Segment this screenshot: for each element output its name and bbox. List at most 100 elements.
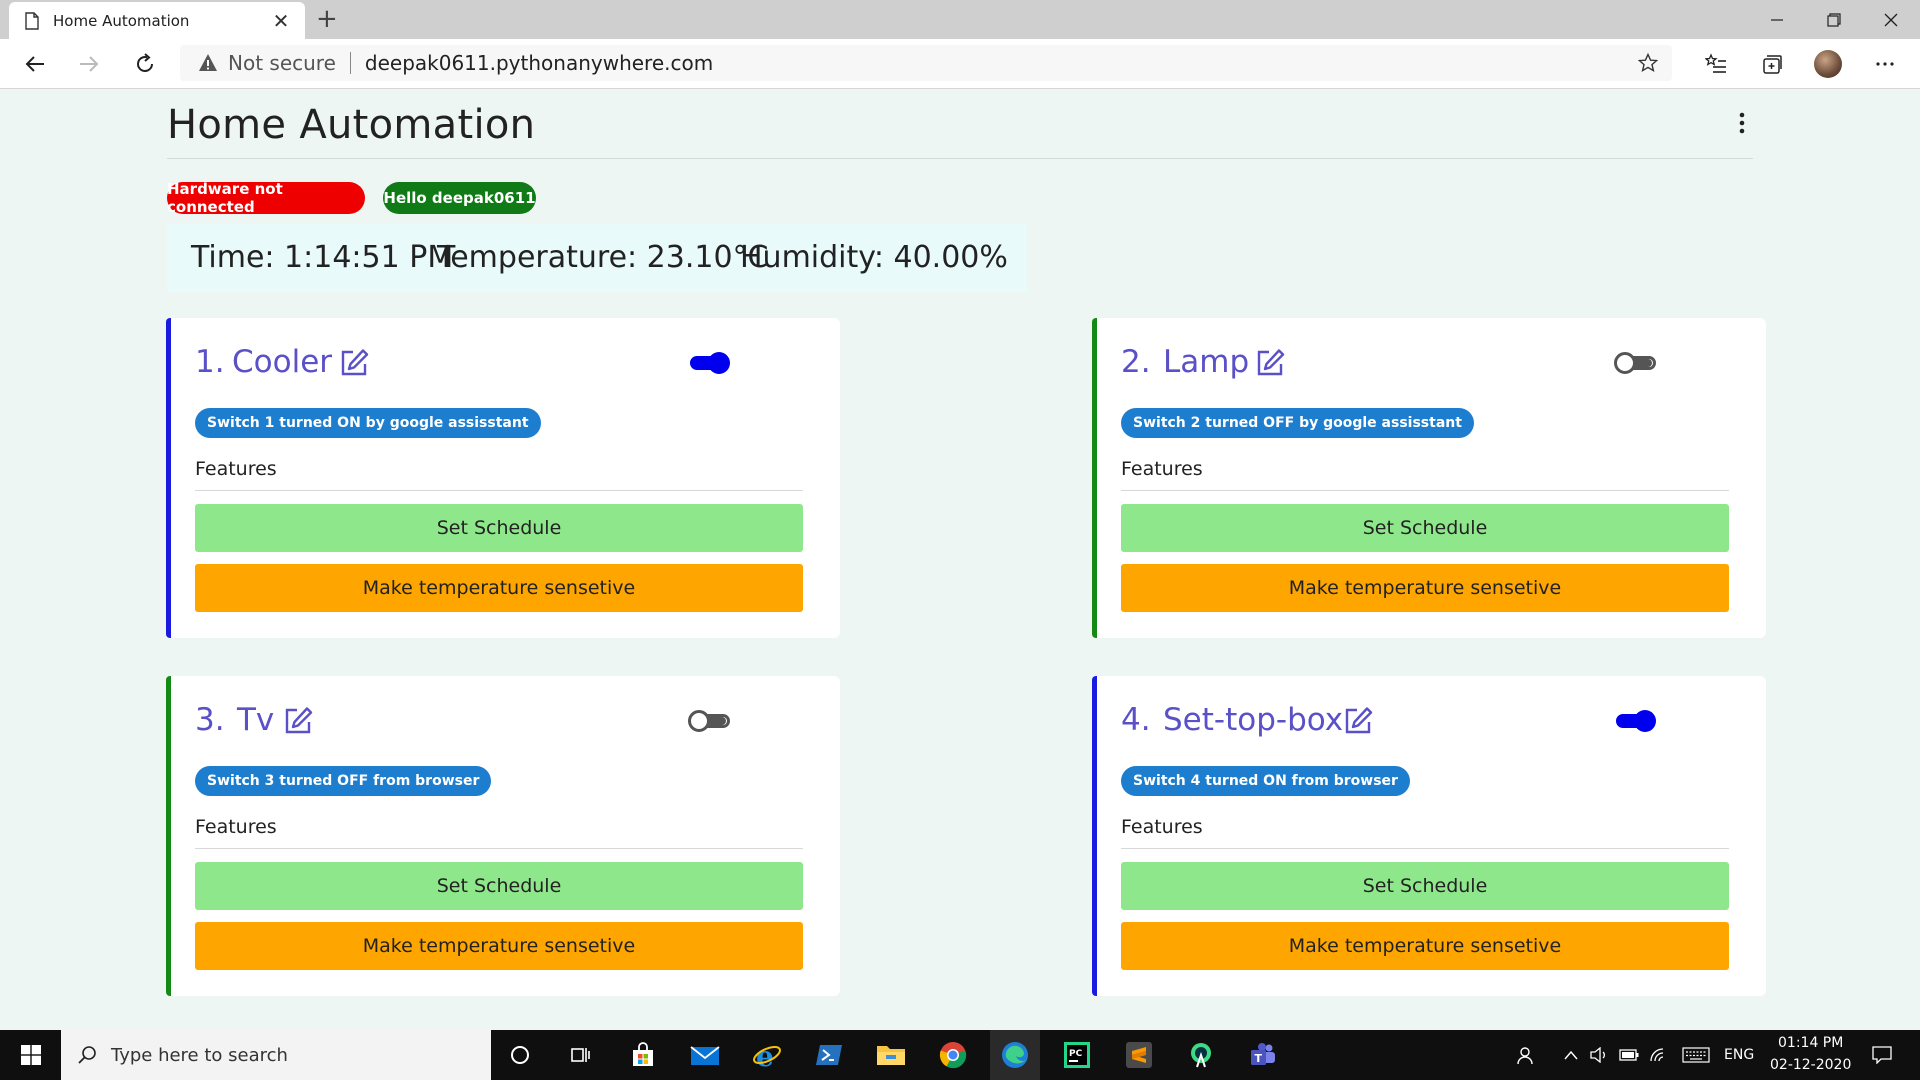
- features-heading: Features: [195, 816, 277, 838]
- edit-icon[interactable]: [1255, 348, 1285, 378]
- refresh-icon[interactable]: [128, 47, 162, 81]
- cortana-icon[interactable]: [500, 1030, 540, 1080]
- svg-text:PC: PC: [1069, 1049, 1083, 1059]
- humidity-readout: Humidity: 40.00%: [740, 240, 1008, 275]
- volume-icon[interactable]: [1588, 1030, 1610, 1080]
- search-icon: [78, 1046, 96, 1064]
- address-bar: Not secure deepak0611.pythonanywhere.com: [0, 39, 1920, 89]
- power-toggle[interactable]: [1614, 351, 1656, 375]
- device-card: 1. Cooler Switch 1 turned ON by google a…: [166, 318, 840, 638]
- tab-title: Home Automation: [53, 11, 190, 30]
- edit-icon[interactable]: [339, 348, 369, 378]
- url-field[interactable]: Not secure deepak0611.pythonanywhere.com: [180, 45, 1672, 81]
- collections-icon[interactable]: [1758, 51, 1784, 77]
- device-card: 4. Set-top-box Switch 4 turned ON from b…: [1092, 676, 1766, 996]
- power-toggle[interactable]: [1614, 709, 1656, 733]
- set-schedule-button[interactable]: Set Schedule: [1121, 504, 1729, 552]
- wifi-icon[interactable]: [1647, 1030, 1671, 1080]
- close-window-icon[interactable]: [1862, 0, 1920, 39]
- tray-expand-icon[interactable]: [1560, 1030, 1582, 1080]
- time-readout: Time: 1:14:51 PM: [191, 240, 454, 275]
- status-badge: Switch 2 turned OFF by google assisstant: [1121, 408, 1474, 438]
- device-name: Set-top-box: [1163, 702, 1344, 738]
- favorites-list-icon[interactable]: [1703, 51, 1729, 77]
- header-divider: [167, 158, 1753, 159]
- pycharm-icon[interactable]: PC: [1056, 1030, 1098, 1080]
- kebab-menu-icon[interactable]: [1737, 110, 1747, 136]
- task-view-icon[interactable]: [560, 1030, 600, 1080]
- back-icon[interactable]: [18, 47, 52, 81]
- device-number: 2.: [1121, 344, 1151, 380]
- store-icon[interactable]: [622, 1030, 664, 1080]
- toggle-knob: [1634, 710, 1656, 732]
- temperature-sensitive-button[interactable]: Make temperature sensetive: [1121, 922, 1729, 970]
- device-name: Tv: [237, 702, 275, 738]
- edit-icon[interactable]: [1343, 706, 1373, 736]
- android-studio-icon[interactable]: [1180, 1030, 1222, 1080]
- svg-text:e: e: [756, 1040, 774, 1070]
- battery-icon[interactable]: [1617, 1030, 1641, 1080]
- temperature-readout: Temperature: 23.10°C: [437, 240, 769, 275]
- edge-icon[interactable]: [990, 1030, 1040, 1080]
- url-separator: [349, 52, 351, 74]
- teams-icon[interactable]: T: [1242, 1030, 1284, 1080]
- temperature-sensitive-button[interactable]: Make temperature sensetive: [195, 922, 803, 970]
- device-name: Lamp: [1163, 344, 1250, 380]
- power-toggle[interactable]: [688, 709, 730, 733]
- avatar: [1814, 50, 1842, 78]
- temperature-sensitive-button[interactable]: Make temperature sensetive: [195, 564, 803, 612]
- minimize-icon[interactable]: [1748, 0, 1806, 39]
- restore-icon[interactable]: [1805, 0, 1863, 39]
- clock-date[interactable]: 02-12-2020: [1770, 1057, 1851, 1073]
- greeting-badge: Hello deepak0611: [383, 182, 536, 214]
- set-schedule-button[interactable]: Set Schedule: [1121, 862, 1729, 910]
- toggle-knob: [708, 352, 730, 374]
- url-text[interactable]: deepak0611.pythonanywhere.com: [365, 51, 713, 75]
- browser-tab[interactable]: Home Automation ✕: [9, 2, 305, 39]
- warning-icon: [199, 54, 217, 71]
- more-options-icon[interactable]: [1872, 51, 1898, 77]
- profile-avatar-icon[interactable]: [1813, 49, 1843, 79]
- notifications-icon[interactable]: [1862, 1030, 1902, 1080]
- forward-icon[interactable]: [72, 47, 106, 81]
- set-schedule-button[interactable]: Set Schedule: [195, 862, 803, 910]
- device-card: 2. Lamp Switch 2 turned OFF by google as…: [1092, 318, 1766, 638]
- device-number: 3.: [195, 702, 225, 738]
- page-title: Home Automation: [167, 102, 536, 148]
- file-explorer-icon[interactable]: [870, 1030, 912, 1080]
- edit-icon[interactable]: [283, 706, 313, 736]
- status-badge: Switch 3 turned OFF from browser: [195, 766, 492, 796]
- not-secure-label[interactable]: Not secure: [228, 51, 336, 75]
- features-divider: [1121, 490, 1729, 491]
- set-schedule-button[interactable]: Set Schedule: [195, 504, 803, 552]
- toggle-knob: [688, 710, 710, 732]
- features-divider: [195, 848, 803, 849]
- favorite-star-icon[interactable]: [1638, 53, 1658, 73]
- powershell-icon[interactable]: [808, 1030, 850, 1080]
- temperature-sensitive-button[interactable]: Make temperature sensetive: [1121, 564, 1729, 612]
- sublime-text-icon[interactable]: [1118, 1030, 1160, 1080]
- card-accent-bar: [1092, 318, 1097, 638]
- card-accent-bar: [166, 318, 171, 638]
- toggle-knob: [1614, 352, 1636, 374]
- close-tab-icon[interactable]: ✕: [271, 11, 291, 31]
- taskbar-search-input[interactable]: Type here to search: [61, 1030, 491, 1080]
- search-placeholder: Type here to search: [111, 1044, 288, 1066]
- power-toggle[interactable]: [688, 351, 730, 375]
- clock-time[interactable]: 01:14 PM: [1778, 1035, 1843, 1051]
- windows-start-icon[interactable]: [0, 1030, 61, 1080]
- language-indicator[interactable]: ENG: [1724, 1047, 1754, 1063]
- chrome-icon[interactable]: [932, 1030, 974, 1080]
- mail-icon[interactable]: [684, 1030, 726, 1080]
- features-divider: [195, 490, 803, 491]
- features-heading: Features: [1121, 458, 1203, 480]
- card-accent-bar: [1092, 676, 1097, 996]
- svg-text:T: T: [1255, 1052, 1263, 1065]
- status-badge: Switch 1 turned ON by google assisstant: [195, 408, 541, 438]
- keyboard-icon[interactable]: [1680, 1030, 1712, 1080]
- internet-explorer-icon[interactable]: e: [746, 1030, 788, 1080]
- windows-taskbar: Type here to search e PC T ENG 01:14 PM …: [0, 1030, 1920, 1080]
- new-tab-icon[interactable]: +: [316, 4, 338, 34]
- people-icon[interactable]: [1512, 1030, 1542, 1080]
- features-heading: Features: [195, 458, 277, 480]
